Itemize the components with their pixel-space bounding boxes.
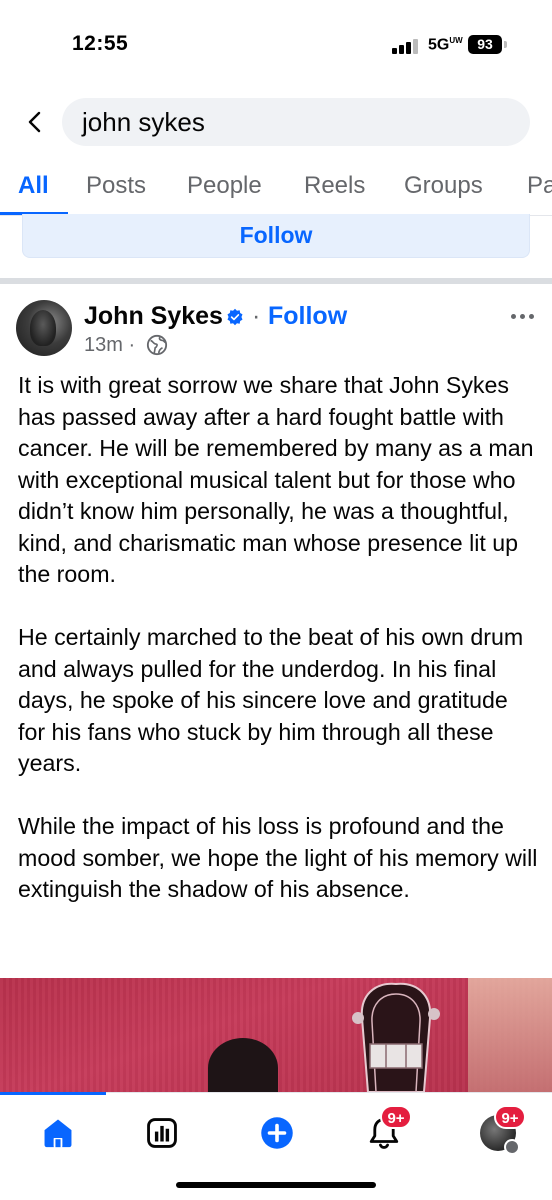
more-dot-icon bbox=[510, 313, 516, 319]
network-type: 5GUW bbox=[428, 36, 463, 54]
follow-button[interactable]: Follow bbox=[22, 214, 530, 258]
status-time: 12:55 bbox=[72, 32, 129, 55]
nav-feeds[interactable] bbox=[140, 1111, 184, 1155]
profile-badge: 9+ bbox=[494, 1105, 526, 1129]
network-label: 5G bbox=[428, 36, 450, 54]
tab-all[interactable]: All bbox=[18, 172, 49, 200]
nav-active-indicator bbox=[0, 1092, 106, 1095]
tab-reels[interactable]: Reels bbox=[304, 172, 365, 200]
post-follow-link[interactable]: Follow bbox=[268, 302, 347, 331]
battery-icon: 93 bbox=[468, 35, 502, 54]
post-photo[interactable] bbox=[0, 978, 552, 1092]
post-author-name[interactable]: John Sykes bbox=[84, 302, 223, 331]
post-paragraph: It is with great sorrow we share that Jo… bbox=[18, 372, 534, 587]
create-icon bbox=[261, 1117, 293, 1149]
status-bar: 12:55 5GUW 93 bbox=[0, 0, 552, 80]
home-indicator[interactable] bbox=[176, 1182, 376, 1188]
battery-tip bbox=[504, 41, 507, 48]
cellular-signal-icon bbox=[392, 38, 420, 54]
photo-background-light bbox=[468, 978, 552, 1092]
menu-icon bbox=[504, 1139, 520, 1155]
section-divider bbox=[0, 278, 552, 284]
tab-pages[interactable]: Pa bbox=[527, 172, 552, 200]
author-avatar[interactable] bbox=[16, 300, 72, 356]
post-text: It is with great sorrow we share that Jo… bbox=[18, 370, 538, 937]
more-dot-icon bbox=[528, 313, 534, 319]
verified-badge-icon bbox=[227, 308, 243, 326]
more-dot-icon bbox=[519, 313, 525, 319]
chevron-left-icon bbox=[28, 111, 41, 133]
back-button[interactable] bbox=[16, 102, 56, 142]
home-icon bbox=[44, 1119, 72, 1148]
separator-dot: · bbox=[252, 302, 261, 330]
search-header: john sykes bbox=[0, 96, 552, 148]
guitar-headstock-graphic bbox=[352, 982, 440, 1092]
post-paragraph: He certainly marched to the beat of his … bbox=[18, 624, 524, 776]
photo-person-silhouette bbox=[208, 1038, 278, 1092]
tab-groups[interactable]: Groups bbox=[404, 172, 483, 200]
nav-profile[interactable]: 9+ bbox=[476, 1105, 526, 1155]
nav-notifications[interactable]: 9+ bbox=[362, 1105, 412, 1155]
search-tabs: All Posts People Reels Groups Pa bbox=[0, 164, 552, 216]
feeds-icon bbox=[147, 1118, 177, 1148]
post-timestamp[interactable]: 13m · bbox=[84, 334, 135, 357]
notifications-badge: 9+ bbox=[380, 1105, 412, 1129]
network-suffix: UW bbox=[449, 36, 463, 45]
tab-people[interactable]: People bbox=[187, 172, 262, 200]
search-query: john sykes bbox=[82, 106, 205, 137]
globe-icon bbox=[146, 334, 168, 356]
nav-home[interactable] bbox=[36, 1111, 80, 1155]
tab-posts[interactable]: Posts bbox=[86, 172, 146, 200]
post-paragraph: While the impact of his loss is profound… bbox=[18, 813, 538, 902]
nav-create[interactable] bbox=[255, 1111, 299, 1155]
search-input[interactable]: john sykes bbox=[62, 98, 530, 146]
more-options-button[interactable] bbox=[506, 306, 538, 326]
